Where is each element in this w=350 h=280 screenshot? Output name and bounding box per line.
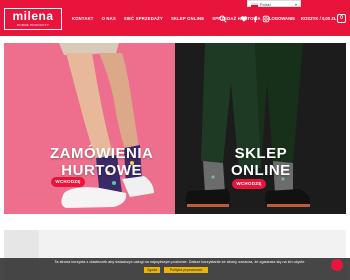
language-selector[interactable]: Polski ▾ — [247, 0, 301, 7]
online-shop-banner[interactable]: SKLEP ONLINE WCHODZĘ — [175, 43, 346, 214]
cart-count-badge[interactable]: 0 — [337, 14, 346, 23]
logo-name: milena — [12, 9, 54, 23]
online-shop-title: SKLEP ONLINE — [231, 145, 291, 179]
wholesale-banner[interactable]: ZAMÓWIENIA HURTOWE WCHODZĘ — [4, 43, 175, 214]
cookie-text: Ta strona korzysta z ciasteczek aby świa… — [54, 260, 306, 264]
social-icons — [240, 15, 270, 23]
wholesale-title-line1: ZAMÓWIENIA — [50, 145, 154, 162]
chat-button[interactable] — [331, 259, 343, 271]
site-header: milena DOBRE PRODUKTY KONTAKT O NAS SIEĆ… — [0, 0, 350, 36]
wholesale-title: ZAMÓWIENIA HURTOWE — [50, 145, 153, 179]
poland-flag-icon — [251, 2, 258, 7]
wholesale-enter-button[interactable]: WCHODZĘ — [51, 177, 85, 187]
cart-link[interactable]: KOSZYK / 0,00 ZŁ — [301, 14, 336, 24]
chevron-down-icon: ▾ — [294, 2, 297, 7]
cookie-accept-button[interactable]: Zgoda — [144, 267, 160, 273]
nav-sklep-online[interactable]: SKLEP ONLINE — [171, 14, 204, 24]
heart-icon[interactable] — [240, 15, 248, 23]
nav-o-nas[interactable]: O NAS — [102, 14, 116, 24]
login-link[interactable]: LOGOWANIE — [269, 14, 295, 24]
milena-logo[interactable]: milena DOBRE PRODUKTY — [4, 8, 62, 30]
search-icon[interactable] — [219, 15, 227, 23]
online-shop-enter-button[interactable]: WCHODZĘ — [232, 179, 266, 189]
cookie-bar: Ta strona korzysta z ciasteczek aby świa… — [0, 258, 350, 280]
online-shop-title-line1: SKLEP — [234, 145, 288, 162]
main-nav: KONTAKT O NAS SIEĆ SPRZEDAŻY SKLEP ONLIN… — [72, 14, 261, 24]
privacy-policy-button[interactable]: Polityka prywatności — [164, 267, 208, 273]
language-label: Polski — [260, 2, 271, 7]
facebook-icon[interactable] — [251, 15, 259, 23]
nav-siec-sprzedazy[interactable]: SIEĆ SPRZEDAŻY — [124, 14, 163, 24]
logo-tagline: DOBRE PRODUKTY — [16, 23, 50, 27]
legs-in-socks-illustration — [59, 43, 154, 208]
nav-kontakt[interactable]: KONTAKT — [72, 14, 94, 24]
online-shop-title-line2: ONLINE — [231, 162, 291, 179]
